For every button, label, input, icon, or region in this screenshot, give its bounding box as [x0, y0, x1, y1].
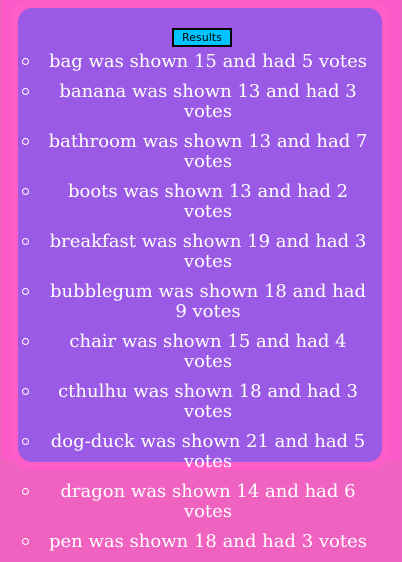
result-text: bathroom was shown 13 and had 7 votes — [48, 131, 368, 172]
result-text: banana was shown 13 and had 3 votes — [59, 81, 357, 122]
list-item: bubblegum was shown 18 and had 9 votes — [18, 282, 382, 322]
bullet-icon — [22, 538, 29, 545]
bullet-icon — [22, 388, 29, 395]
result-text: boots was shown 13 and had 2 votes — [67, 181, 349, 222]
list-item: boots was shown 13 and had 2 votes — [18, 182, 382, 222]
bullet-icon — [22, 88, 29, 95]
bullet-icon — [22, 438, 29, 445]
list-item: bag was shown 15 and had 5 votes — [18, 52, 382, 72]
list-item: chair was shown 15 and had 4 votes — [18, 332, 382, 372]
result-text: bag was shown 15 and had 5 votes — [48, 51, 368, 72]
result-text: pen was shown 18 and had 3 votes — [48, 531, 368, 552]
result-text: dragon was shown 14 and had 6 votes — [60, 481, 356, 522]
results-button[interactable]: Results — [172, 28, 232, 47]
list-item: dog-duck was shown 21 and had 5 votes — [18, 432, 382, 472]
bullet-icon — [22, 138, 29, 145]
list-item: banana was shown 13 and had 3 votes — [18, 82, 382, 122]
bullet-icon — [22, 338, 29, 345]
bullet-icon — [22, 188, 29, 195]
bullet-icon — [22, 238, 29, 245]
list-item: dragon was shown 14 and had 6 votes — [18, 482, 382, 522]
bullet-icon — [22, 58, 29, 65]
list-item: bathroom was shown 13 and had 7 votes — [18, 132, 382, 172]
list-item: pen was shown 18 and had 3 votes — [18, 532, 382, 552]
bullet-icon — [22, 488, 29, 495]
list-item: breakfast was shown 19 and had 3 votes — [18, 232, 382, 272]
bullet-icon — [22, 288, 29, 295]
result-text: chair was shown 15 and had 4 votes — [69, 331, 347, 372]
result-text: breakfast was shown 19 and had 3 votes — [49, 231, 367, 272]
result-text: cthulhu was shown 18 and had 3 votes — [58, 381, 358, 422]
result-text: dog-duck was shown 21 and had 5 votes — [50, 431, 366, 472]
list-item: cthulhu was shown 18 and had 3 votes — [18, 382, 382, 422]
result-text: bubblegum was shown 18 and had 9 votes — [49, 281, 366, 322]
results-list: bag was shown 15 and had 5 votes banana … — [18, 52, 382, 562]
